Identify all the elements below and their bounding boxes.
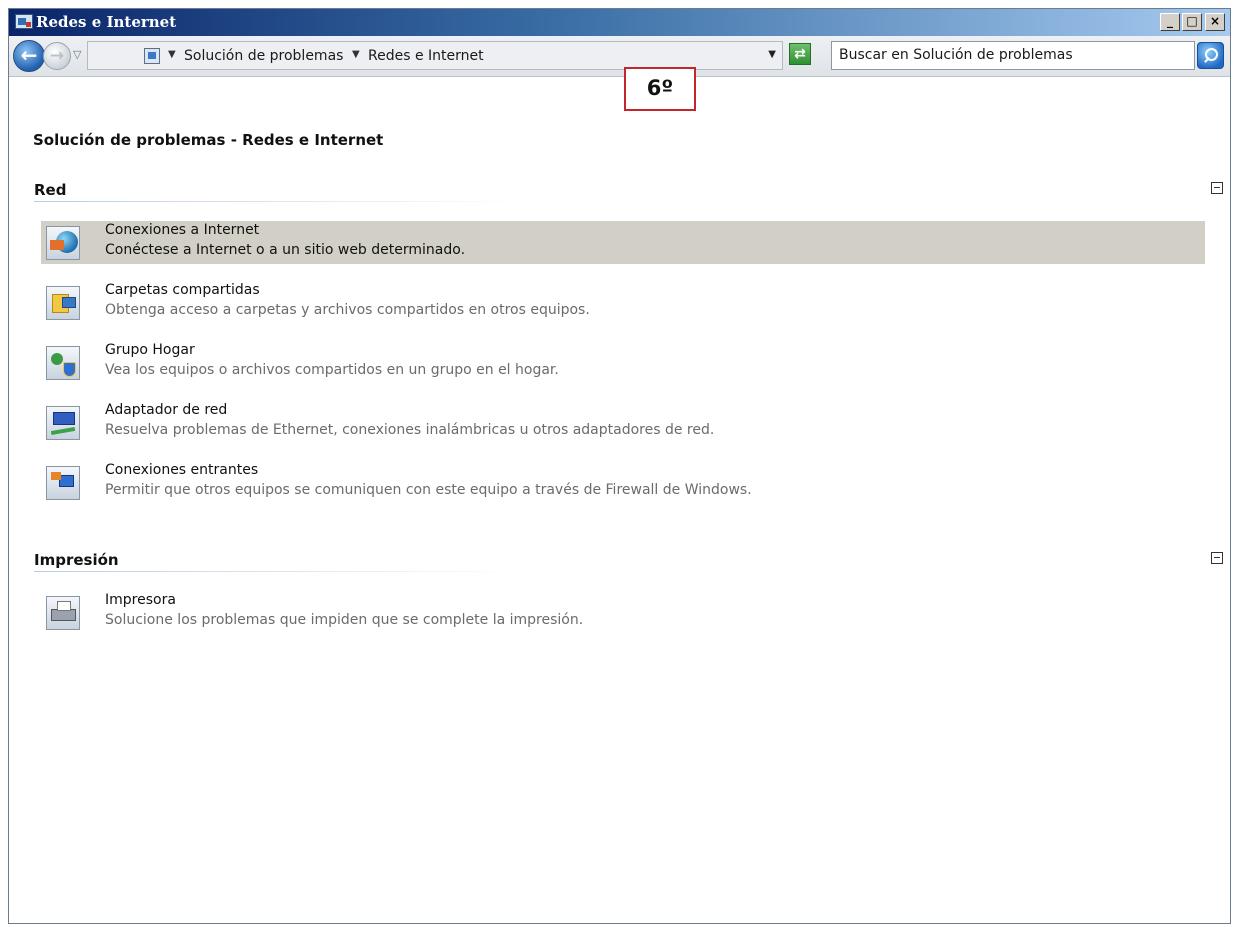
refresh-icon: ⇄ xyxy=(794,46,806,62)
item-title[interactable]: Grupo Hogar xyxy=(105,342,195,358)
item-description: Obtenga acceso a carpetas y archivos com… xyxy=(105,302,590,318)
incoming-connections-icon xyxy=(46,466,80,500)
breadcrumb-troubleshooting[interactable]: Solución de problemas xyxy=(184,48,343,64)
forward-button[interactable]: → xyxy=(43,42,71,70)
address-history-dropdown-icon[interactable]: ▼ xyxy=(768,49,776,60)
back-button[interactable]: ← xyxy=(13,40,45,72)
item-title[interactable]: Conexiones entrantes xyxy=(105,462,258,478)
address-bar[interactable]: ▼ Solución de problemas ▼ Redes e Intern… xyxy=(87,41,783,70)
section-title-printing: Impresión xyxy=(34,551,119,569)
shared-folders-icon xyxy=(46,286,80,320)
list-item-internet-connections[interactable]: Conexiones a Internet Conéctese a Intern… xyxy=(41,221,1205,264)
item-title[interactable]: Carpetas compartidas xyxy=(105,282,260,298)
close-button[interactable]: × xyxy=(1205,13,1225,31)
window-title: Redes e Internet xyxy=(36,13,177,31)
title-bar[interactable]: Redes e Internet _ □ × xyxy=(9,9,1230,36)
back-arrow-icon: ← xyxy=(20,43,38,67)
forward-arrow-icon: → xyxy=(49,46,65,66)
item-title[interactable]: Impresora xyxy=(105,592,176,608)
breadcrumb-separator-icon[interactable]: ▼ xyxy=(168,49,176,60)
minimize-button[interactable]: _ xyxy=(1160,13,1180,31)
control-panel-icon xyxy=(144,48,160,64)
section-title-red: Red xyxy=(34,181,67,199)
collapse-section-red-icon[interactable] xyxy=(1211,182,1223,194)
item-title[interactable]: Adaptador de red xyxy=(105,402,227,418)
breadcrumb-separator-icon[interactable]: ▼ xyxy=(352,49,360,60)
page-title: Solución de problemas - Redes e Internet xyxy=(33,131,384,149)
list-item-printer[interactable]: Impresora Solucione los problemas que im… xyxy=(41,591,1205,634)
section-divider xyxy=(34,201,524,202)
search-input[interactable]: Buscar en Solución de problemas xyxy=(831,41,1195,70)
internet-connections-icon xyxy=(46,226,80,260)
content-pane: Solución de problemas - Redes e Internet… xyxy=(9,77,1230,923)
list-item-network-adapter[interactable]: Adaptador de red Resuelva problemas de E… xyxy=(41,401,1205,444)
printer-icon xyxy=(46,596,80,630)
item-description: Conéctese a Internet o a un sitio web de… xyxy=(105,242,466,258)
item-title[interactable]: Conexiones a Internet xyxy=(105,222,259,238)
recent-pages-dropdown[interactable]: ▽ xyxy=(73,48,81,61)
search-icon[interactable] xyxy=(1197,42,1224,69)
item-description: Resuelva problemas de Ethernet, conexion… xyxy=(105,422,715,438)
breadcrumb-networks-internet[interactable]: Redes e Internet xyxy=(368,48,484,64)
section-divider xyxy=(34,571,524,572)
refresh-button[interactable]: ⇄ xyxy=(789,43,811,65)
network-window-icon[interactable] xyxy=(15,14,33,29)
homegroup-icon xyxy=(46,346,80,380)
navigation-toolbar: ← → ▽ ▼ Solución de problemas ▼ Redes e … xyxy=(9,36,1230,77)
list-item-shared-folders[interactable]: Carpetas compartidas Obtenga acceso a ca… xyxy=(41,281,1205,324)
network-adapter-icon xyxy=(46,406,80,440)
list-item-incoming-connections[interactable]: Conexiones entrantes Permitir que otros … xyxy=(41,461,1205,504)
item-description: Solucione los problemas que impiden que … xyxy=(105,612,584,628)
troubleshooting-window: Redes e Internet _ □ × ← → ▽ ▼ Solución … xyxy=(8,8,1231,924)
maximize-button[interactable]: □ xyxy=(1182,13,1202,31)
step-annotation-label: 6º xyxy=(624,67,696,111)
list-item-homegroup[interactable]: Grupo Hogar Vea los equipos o archivos c… xyxy=(41,341,1205,384)
item-description: Vea los equipos o archivos compartidos e… xyxy=(105,362,559,378)
collapse-section-printing-icon[interactable] xyxy=(1211,552,1223,564)
item-description: Permitir que otros equipos se comuniquen… xyxy=(105,482,752,498)
